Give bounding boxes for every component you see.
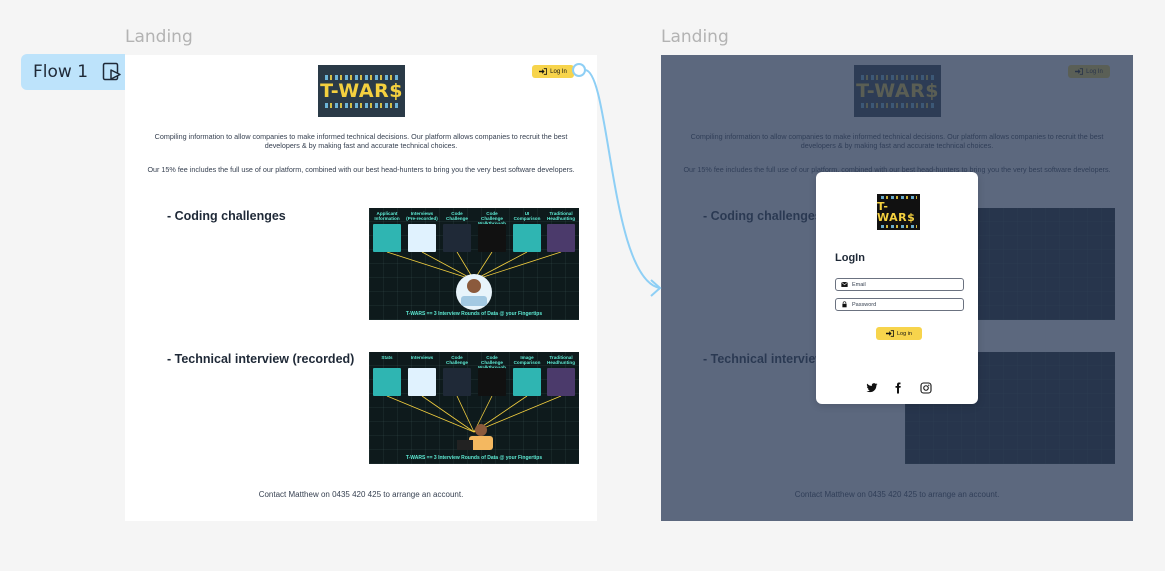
tile-target — [547, 224, 575, 252]
coding-challenges-graphic: Applicant Information Interviews (Pre-re… — [369, 208, 579, 320]
caption-6: Traditional Headhunting — [546, 355, 576, 365]
flow-label: Flow 1 — [33, 62, 89, 82]
facebook-icon[interactable] — [892, 382, 904, 394]
intro-paragraph: Compiling information to allow companies… — [154, 132, 568, 150]
tile-interviews — [408, 224, 436, 252]
tile-stats — [373, 368, 401, 396]
section-title-interview: - Technical interview (recorded) — [167, 352, 355, 366]
lock-icon — [842, 301, 847, 308]
tile-ui — [513, 224, 541, 252]
panel-footer: T-WARS == 3 Interview Rounds of Data @ y… — [405, 311, 543, 317]
tile-interviews — [408, 368, 436, 396]
caption-5: UI Comparison — [513, 211, 541, 221]
caption-1: Stats — [381, 355, 393, 360]
landing-frame: T-WAR$ Log In Compiling information to a… — [125, 55, 597, 521]
caption-3: Code Challenge — [446, 211, 468, 221]
modal-login-label: Log in — [897, 330, 912, 337]
twars-logo: T-WAR$ — [318, 65, 405, 117]
logo-text: T-WAR$ — [320, 79, 403, 102]
login-modal: T-WAR$ LogIn Email Password Log in — [816, 172, 978, 404]
play-frame-icon — [102, 62, 121, 81]
tile-walkthrough — [478, 224, 506, 252]
tile-code — [443, 224, 471, 252]
header-login-label: Log In — [550, 68, 567, 75]
login-title: LogIn — [835, 252, 865, 264]
tile-applicant — [373, 224, 401, 252]
email-placeholder: Email — [852, 281, 866, 288]
modal-logo-text: T-WAR$ — [877, 200, 916, 224]
fee-paragraph: Our 15% fee includes the full use of our… — [147, 165, 575, 174]
caption-2: Interviews (Pre-recorded) — [406, 211, 438, 221]
twitter-icon[interactable] — [866, 382, 878, 394]
password-field[interactable]: Password — [835, 298, 964, 311]
frame-label-landing[interactable]: Landing — [125, 27, 193, 47]
caption-5: Image Comparison — [513, 355, 541, 365]
tile-code — [443, 368, 471, 396]
frame-label-landing-login[interactable]: Landing — [661, 27, 729, 47]
tile-image — [513, 368, 541, 396]
caption-1: Applicant Information — [374, 211, 400, 221]
panel-footer: T-WARS == 3 Interview Rounds of Data @ y… — [405, 455, 543, 461]
section-title-coding: - Coding challenges — [167, 209, 286, 223]
header-login-button[interactable]: Log In — [532, 65, 574, 78]
technical-interview-graphic: Stats Interviews Code Challenge Code Cha… — [369, 352, 579, 464]
contact-text: Contact Matthew on 0435 420 425 to arran… — [258, 490, 464, 499]
modal-logo: T-WAR$ — [877, 194, 920, 230]
caption-6: Traditional Headhunting — [546, 211, 576, 221]
code-decoration — [324, 74, 399, 80]
email-field[interactable]: Email — [835, 278, 964, 291]
tile-walkthrough — [478, 368, 506, 396]
flow-badge[interactable]: Flow 1 — [21, 54, 125, 90]
modal-login-button[interactable]: Log in — [876, 327, 922, 340]
code-decoration — [324, 102, 399, 108]
instagram-icon[interactable] — [920, 382, 932, 394]
caption-3: Code Challenge — [446, 355, 468, 365]
envelope-icon — [841, 281, 848, 287]
tile-target — [547, 368, 575, 396]
caption-2: Interviews — [410, 355, 434, 360]
login-icon — [539, 68, 548, 75]
password-placeholder: Password — [852, 301, 877, 308]
login-icon — [886, 330, 894, 337]
